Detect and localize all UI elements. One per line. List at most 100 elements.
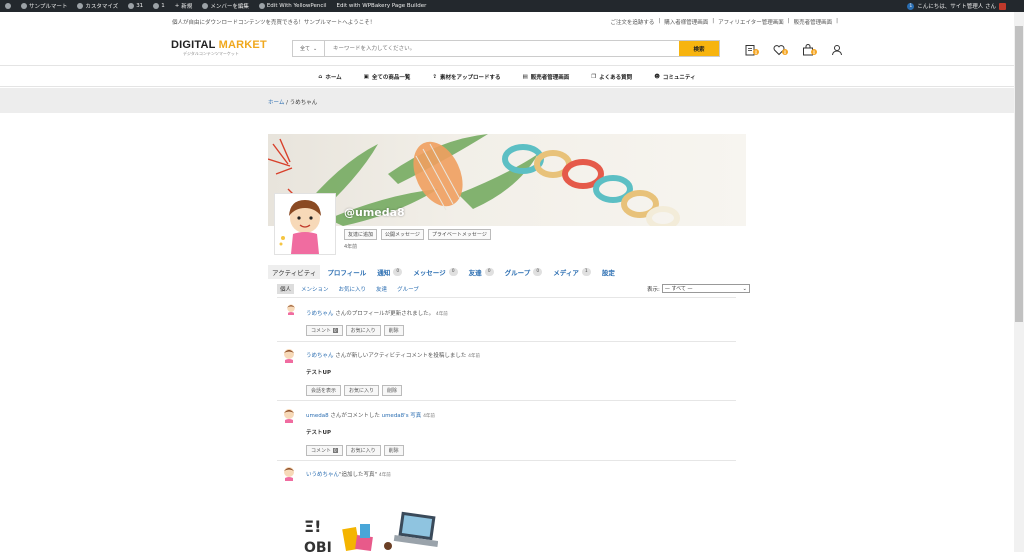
- admin-updates[interactable]: 31: [123, 3, 148, 9]
- private-message-button[interactable]: プライベートメッセージ: [427, 229, 491, 240]
- activity-buttons: コメント 0 お気に入り 削除: [306, 445, 404, 456]
- chevron-down-icon: ⌄: [313, 45, 318, 52]
- count-badge: 1: [581, 268, 591, 276]
- nav-seller-admin[interactable]: ▤ 販売者管理画面: [523, 67, 570, 86]
- nav-home[interactable]: ⌂ ホーム: [318, 67, 341, 86]
- view-conversation-button[interactable]: 会話を表示: [306, 385, 342, 396]
- scrollbar[interactable]: [1014, 12, 1024, 552]
- activity-user-link[interactable]: うめちゃん: [306, 353, 334, 359]
- nav-community[interactable]: ☻ コミュニティ: [654, 67, 695, 86]
- activity-text: umeda8 さんがコメントした umeda8's 写真 4年前: [306, 413, 435, 419]
- cart-badge: 0: [811, 49, 817, 55]
- tab-activity[interactable]: アクティビティ: [268, 265, 321, 279]
- nav-upload[interactable]: ⇪ 素材をアップロードする: [432, 67, 500, 86]
- delete-button[interactable]: 削除: [383, 445, 404, 456]
- laptop-books-illustration: Ξ! OBI: [302, 510, 438, 552]
- admin-new[interactable]: + 新規: [170, 2, 198, 10]
- divider: [277, 297, 736, 298]
- tab-media[interactable]: メディア 1: [549, 265, 595, 279]
- activity-text: うめちゃん さんのプロフィールが更新されました。 4年前: [306, 311, 448, 317]
- track-order-link[interactable]: ご注文を追跡する: [610, 18, 654, 26]
- orders-button[interactable]: 0: [744, 41, 759, 56]
- admin-yellowpencil[interactable]: Edit With YellowPencil: [254, 3, 332, 9]
- affiliate-admin-link[interactable]: アフィリエイター管理画面: [718, 18, 784, 26]
- comment-button[interactable]: コメント 0: [306, 445, 343, 456]
- filter-select[interactable]: — すべて — ⌄: [661, 284, 750, 293]
- header-icons: 0 0 0: [744, 41, 843, 56]
- count-badge: 0: [448, 268, 458, 276]
- subtab-mentions[interactable]: メンション: [298, 284, 332, 294]
- admin-avatar[interactable]: [999, 2, 1006, 10]
- activity-photo-link[interactable]: umeda8's 写真: [382, 413, 422, 419]
- activity-time[interactable]: 4年前: [436, 312, 448, 317]
- subtab-groups[interactable]: グループ: [394, 284, 422, 294]
- plus-icon: +: [174, 3, 180, 9]
- activity-user-link[interactable]: umeda8: [306, 413, 329, 419]
- breadcrumb-home[interactable]: ホーム: [268, 100, 284, 106]
- search-category-select[interactable]: 全て ⌄: [293, 41, 325, 56]
- admin-customize[interactable]: カスタマイズ: [72, 2, 123, 10]
- buyer-admin-link[interactable]: 購入者様管理画面: [664, 18, 708, 26]
- favorite-button[interactable]: お気に入り: [344, 385, 380, 396]
- tab-settings[interactable]: 設定: [598, 265, 619, 279]
- nav-faq[interactable]: ❐ よくある質問: [591, 67, 632, 86]
- count-badge: 0: [393, 268, 403, 276]
- activity-item: うめちゃん さんのプロフィールが更新されました。 4年前 コメント 0 お気に入り…: [277, 300, 736, 340]
- cart-button[interactable]: 0: [802, 41, 817, 56]
- tab-messages[interactable]: メッセージ 0: [409, 265, 461, 279]
- tab-notifications[interactable]: 通知 0: [373, 265, 406, 279]
- profile-actions: 友達に追加 公開メッセージ プライベートメッセージ: [344, 229, 491, 240]
- activity-time[interactable]: 4年前: [423, 414, 435, 419]
- wishlist-button[interactable]: 0: [773, 41, 788, 56]
- add-friend-button[interactable]: 友達に追加: [344, 229, 378, 240]
- tab-groups[interactable]: グループ 0: [501, 265, 547, 279]
- profile-handle: @umeda8: [344, 206, 405, 219]
- seller-admin-link[interactable]: 販売者管理画面: [794, 18, 833, 26]
- notification-badge[interactable]: 1: [907, 2, 915, 10]
- activity-time[interactable]: 4年前: [379, 473, 391, 478]
- activity-time[interactable]: 4年前: [468, 354, 480, 359]
- breadcrumb-separator: /: [286, 100, 288, 106]
- subtab-friends[interactable]: 友達: [373, 284, 390, 294]
- search-button[interactable]: 検索: [679, 41, 719, 56]
- breadcrumb-current: うめちゃん: [289, 100, 318, 106]
- delete-button[interactable]: 削除: [383, 325, 404, 336]
- admin-edit-members[interactable]: メンバーを編集: [197, 2, 254, 10]
- comment-count: 0: [333, 448, 338, 453]
- delete-button[interactable]: 削除: [382, 385, 403, 396]
- account-button[interactable]: [831, 41, 843, 56]
- search-bar: 全て⌄ 検索: [292, 40, 720, 57]
- tab-profile[interactable]: プロフィール: [323, 265, 370, 279]
- girl-avatar-illustration: [279, 200, 321, 254]
- admin-wpbakery[interactable]: Edit with WPBakery Page Builder: [331, 3, 431, 9]
- public-message-button[interactable]: 公開メッセージ: [381, 229, 424, 240]
- orders-badge: 0: [753, 49, 759, 55]
- profile-active-time: 4年前: [344, 244, 358, 250]
- admin-site-name[interactable]: サンプルマート: [16, 2, 72, 10]
- filter-label: 表示:: [647, 286, 660, 293]
- divider: [277, 460, 736, 461]
- wp-logo-menu[interactable]: [0, 3, 16, 9]
- site-logo[interactable]: DIGITAL MARKET: [171, 39, 267, 51]
- admin-comments[interactable]: 1: [148, 3, 170, 9]
- divider: [277, 400, 736, 401]
- nav-all-products[interactable]: ▣ 全ての商品一覧: [364, 67, 411, 86]
- admin-greeting[interactable]: こんにちは、サイト管理人 さん: [917, 2, 996, 10]
- favorite-button[interactable]: お気に入り: [345, 445, 381, 456]
- top-strip: 個人が自由にダウンロードコンテンツを売買できる！サンプルマートへようこそ！ ご注…: [0, 12, 1014, 32]
- scrollbar-thumb[interactable]: [1015, 26, 1023, 322]
- activity-body: テストUP: [306, 430, 331, 436]
- link-separator: |: [658, 18, 661, 24]
- comment-icon: [153, 3, 160, 9]
- search-input[interactable]: [325, 41, 679, 56]
- tab-friends[interactable]: 友達 0: [465, 265, 498, 279]
- comment-button[interactable]: コメント 0: [306, 325, 343, 336]
- link-separator: |: [712, 18, 715, 24]
- activity-user-link[interactable]: いうめちゃん: [306, 472, 339, 478]
- subtab-favorites[interactable]: お気に入り: [336, 284, 370, 294]
- activity-text: いうめちゃん"追加した写真" 4年前: [306, 472, 391, 478]
- favorite-button[interactable]: お気に入り: [345, 325, 381, 336]
- chevron-down-icon: ⌄: [742, 285, 747, 292]
- subtab-personal[interactable]: 個人: [277, 284, 295, 294]
- activity-user-link[interactable]: うめちゃん: [306, 311, 334, 317]
